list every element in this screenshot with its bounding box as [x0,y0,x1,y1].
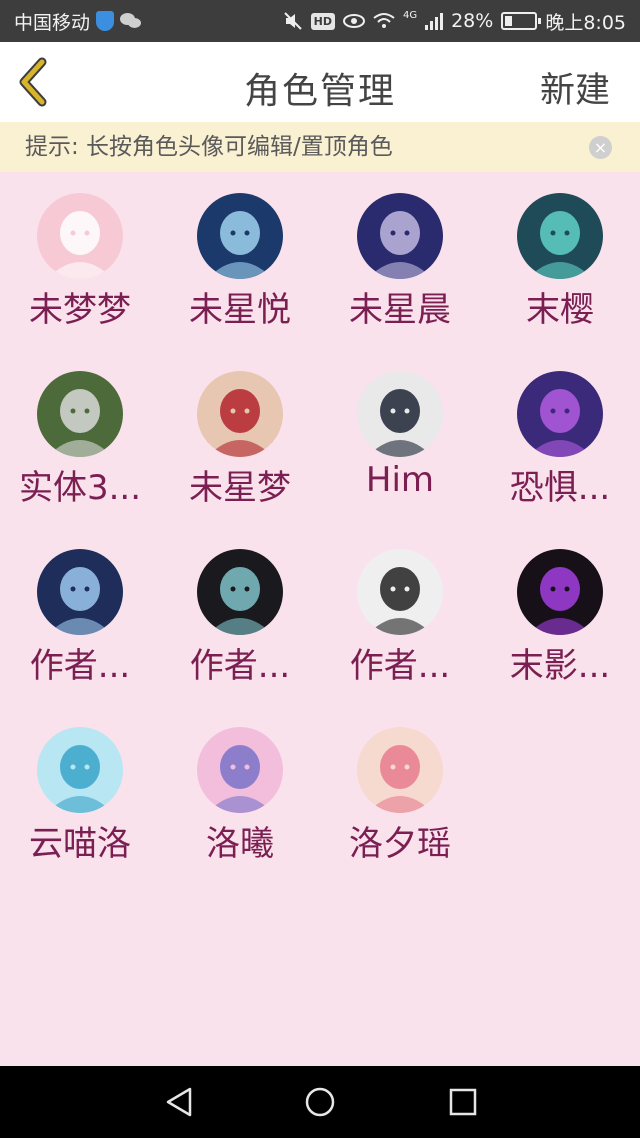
role-item[interactable]: 末影... [480,546,640,706]
role-avatar[interactable] [197,371,283,457]
role-item[interactable]: 恐惧... [480,368,640,528]
role-item[interactable]: 作者... [320,546,480,706]
role-name: 未星梦 [189,468,291,508]
triangle-back-icon[interactable] [164,1086,194,1118]
role-avatar[interactable] [357,727,443,813]
role-item[interactable]: 洛夕瑶 [320,724,480,884]
role-item[interactable]: 洛曦 [160,724,320,884]
status-left: 中国移动 [14,8,142,35]
signal-icon [425,12,444,30]
clock: 晚上8:05 [545,11,626,34]
role-name: 洛夕瑶 [349,824,451,864]
hd-badge: HD [310,12,335,30]
role-avatar[interactable] [357,193,443,279]
network-label: 4G [402,9,418,21]
role-item[interactable]: 未梦梦 [0,190,160,350]
role-item[interactable]: Him [320,368,480,528]
new-role-button[interactable]: 新建 [540,62,610,113]
role-avatar[interactable] [197,549,283,635]
role-name: 作者... [189,646,291,686]
close-icon[interactable]: × [589,136,612,159]
system-nav-bar [0,1066,640,1138]
role-item[interactable]: 未星晨 [320,190,480,350]
role-name: 作者... [29,646,131,686]
role-item[interactable]: 末樱 [480,190,640,350]
wifi-icon [373,13,395,28]
role-avatar[interactable] [197,193,283,279]
role-avatar[interactable] [37,371,123,457]
role-name: 末影... [509,646,611,686]
role-item[interactable]: 未星梦 [160,368,320,528]
role-avatar[interactable] [357,549,443,635]
role-avatar[interactable] [357,371,443,457]
mute-icon [283,12,302,30]
role-avatar[interactable] [517,371,603,457]
role-item[interactable]: 未星悦 [160,190,320,350]
role-name: 洛曦 [206,824,274,864]
square-recent-icon[interactable] [448,1086,478,1118]
role-avatar[interactable] [517,549,603,635]
role-avatar[interactable] [517,193,603,279]
shield-icon [96,11,115,31]
battery-percent: 28% [451,10,494,32]
role-name: 未星悦 [189,290,291,330]
role-item[interactable]: 云喵洛 [0,724,160,884]
role-item[interactable]: 作者... [160,546,320,706]
role-avatar[interactable] [197,727,283,813]
role-name: 作者... [349,646,451,686]
role-name: 实体3... [18,468,142,508]
carrier-label: 中国移动 [14,11,91,34]
role-name: 未星晨 [349,290,451,330]
battery-icon [501,12,542,30]
hint-text: 提示: 长按角色头像可编辑/置顶角色 [25,134,393,160]
role-name: 云喵洛 [29,824,131,864]
nav-bar: 角色管理 新建 [0,42,640,122]
wechat-icon [120,12,142,30]
role-avatar[interactable] [37,193,123,279]
role-item[interactable]: 实体3... [0,368,160,528]
hint-banner: 提示: 长按角色头像可编辑/置顶角色 × [0,122,640,172]
role-name: 末樱 [526,290,594,330]
status-bar: 中国移动 HD 4G 28% 晚上8:05 [0,0,640,42]
role-avatar[interactable] [37,549,123,635]
role-name: 恐惧... [509,468,611,508]
role-name: 未梦梦 [29,290,131,330]
status-right: HD 4G 28% 晚上8:05 [283,8,626,35]
role-item[interactable]: 作者... [0,546,160,706]
eye-icon [342,14,365,28]
circle-home-icon[interactable] [304,1086,336,1118]
role-avatar[interactable] [37,727,123,813]
role-name: Him [365,460,435,500]
